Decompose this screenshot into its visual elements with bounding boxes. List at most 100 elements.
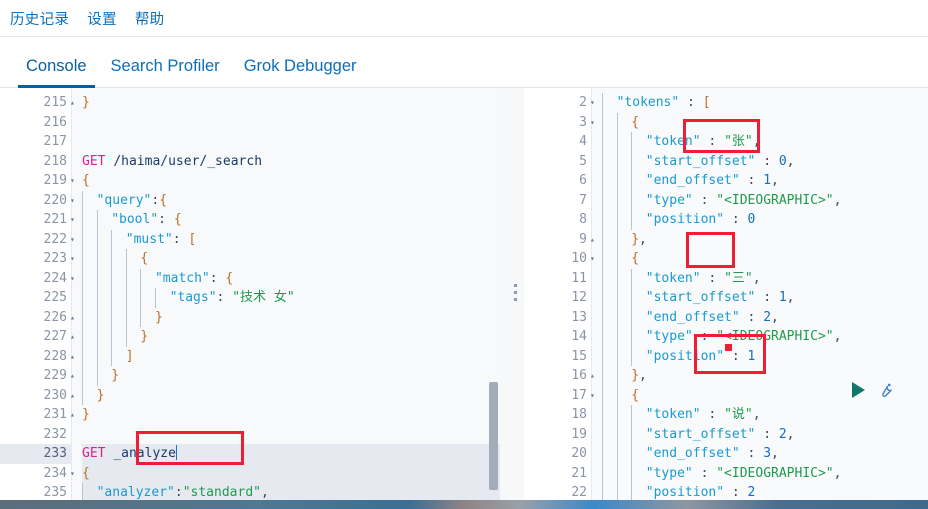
pane-drag-handle-icon[interactable]: [514, 284, 518, 305]
request-actions: [852, 380, 914, 400]
kibana-dev-tools-window: 历史记录 设置 帮助 Console Search Profiler Grok …: [0, 0, 928, 509]
code-line[interactable]: "token" : "三",: [602, 268, 928, 288]
code-line[interactable]: {: [82, 171, 500, 191]
code-line[interactable]: {: [82, 463, 500, 483]
top-menu-bar: 历史记录 设置 帮助: [0, 0, 928, 37]
code-line[interactable]: "bool": {: [82, 210, 500, 230]
line-number: 226 ▴: [0, 308, 75, 328]
line-number: 8: [524, 210, 591, 230]
code-line[interactable]: "analyzer":"standard",: [82, 483, 500, 500]
annotation-cursor-dot: [725, 344, 732, 351]
tab-bar: Console Search Profiler Grok Debugger: [0, 37, 928, 88]
code-line[interactable]: "start_offset" : 0,: [602, 151, 928, 171]
line-number: 227 ▴: [0, 327, 75, 347]
line-number: 233: [0, 444, 71, 464]
code-line[interactable]: "end_offset" : 2,: [602, 307, 928, 327]
line-number: 2 ▾: [524, 93, 595, 113]
code-line[interactable]: "position" : 2: [602, 483, 928, 500]
request-vertical-scrollbar[interactable]: [489, 382, 498, 490]
response-viewer-pane[interactable]: 2 ▾ 3 ▾ 4 5 6 7 8 9 ▴ 10 ▾ 11 12 13 14 15 16 ▴ 17 ▾ 18 19 20 21 22…: [524, 88, 928, 500]
code-line[interactable]: "token" : "张",: [602, 132, 928, 152]
line-number: 219 ▾: [0, 171, 75, 191]
code-line[interactable]: "position" : 0: [602, 210, 928, 230]
line-number: 235: [0, 483, 71, 500]
tab-grok-debugger[interactable]: Grok Debugger: [232, 57, 369, 87]
code-line[interactable]: "tags": "技术 女": [82, 288, 500, 308]
code-line[interactable]: "must": [: [82, 229, 500, 249]
request-code-area[interactable]: } GET /haima/user/_search{"query":{"bool"…: [72, 88, 500, 500]
code-line[interactable]: "start_offset" : 2,: [602, 424, 928, 444]
line-number: 220 ▾: [0, 191, 75, 211]
code-line[interactable]: "start_offset" : 1,: [602, 288, 928, 308]
line-number: 217: [0, 132, 71, 152]
code-line[interactable]: "match": {: [82, 268, 500, 288]
tab-search-profiler[interactable]: Search Profiler: [99, 57, 232, 87]
line-number: 10 ▾: [524, 249, 594, 269]
code-line[interactable]: GET /haima/user/_search: [82, 152, 500, 172]
pane-divider[interactable]: [508, 88, 524, 500]
line-number: 4: [524, 132, 591, 152]
code-line[interactable]: {: [602, 249, 928, 269]
tab-console[interactable]: Console: [14, 57, 99, 88]
request-editor-pane[interactable]: 215 ▴ 216 217 218 219 ▾ 220 ▾ 221 ▾ 222 ▾ 223 ▾ 224 ▾ 225…: [0, 88, 500, 500]
line-number: 218: [0, 152, 71, 172]
line-number: 5: [524, 152, 591, 172]
line-number: 22: [524, 483, 591, 500]
line-number: 19: [524, 425, 591, 445]
os-taskbar: [0, 500, 928, 509]
line-number: 3 ▾: [524, 113, 595, 133]
line-number: 221 ▾: [0, 210, 75, 230]
code-line[interactable]: GET _analyze: [82, 444, 500, 464]
code-line[interactable]: {: [82, 249, 500, 269]
response-gutter: 2 ▾ 3 ▾ 4 5 6 7 8 9 ▴ 10 ▾ 11 12 13 14 15 16 ▴ 17 ▾ 18 19 20 21 22…: [524, 88, 595, 500]
code-line[interactable]: [82, 425, 500, 445]
menu-settings[interactable]: 设置: [87, 8, 117, 29]
line-number: 16 ▴: [524, 366, 594, 386]
line-number: 222 ▾: [0, 230, 75, 250]
line-number: 18: [524, 405, 591, 425]
code-line[interactable]: "query":{: [82, 190, 500, 210]
code-line[interactable]: ]: [82, 346, 500, 366]
code-line[interactable]: }: [82, 327, 500, 347]
line-number: 17 ▾: [524, 386, 594, 406]
code-line[interactable]: "end_offset" : 1,: [602, 171, 928, 191]
menu-help[interactable]: 帮助: [135, 8, 165, 29]
line-number: 11: [524, 269, 591, 289]
line-number: 20: [524, 444, 591, 464]
code-line[interactable]: [82, 132, 500, 152]
line-number: 230 ▴: [0, 386, 75, 406]
line-number: 14: [524, 327, 591, 347]
line-number: 13: [524, 308, 591, 328]
line-number: 225: [0, 288, 71, 308]
line-number: 216: [0, 113, 71, 133]
code-line[interactable]: "position" : 1: [602, 346, 928, 366]
line-number: 229 ▴: [0, 366, 75, 386]
code-line[interactable]: },: [602, 229, 928, 249]
response-code-area: "tokens" : [{"token" : "张", "start_offset…: [592, 88, 928, 500]
line-number: 231 ▴: [0, 405, 75, 425]
line-number: 224 ▾: [0, 269, 75, 289]
line-number: 6: [524, 171, 591, 191]
menu-history[interactable]: 历史记录: [10, 8, 69, 29]
code-line[interactable]: }: [82, 385, 500, 405]
code-line[interactable]: {: [602, 112, 928, 132]
line-number: 9 ▴: [524, 230, 595, 250]
code-line[interactable]: "type" : "<IDEOGRAPHIC>",: [602, 190, 928, 210]
code-line[interactable]: }: [82, 307, 500, 327]
code-line[interactable]: }: [82, 93, 500, 113]
code-line[interactable]: "token" : "说",: [602, 405, 928, 425]
line-number: 12: [524, 288, 591, 308]
code-line[interactable]: "end_offset" : 3,: [602, 444, 928, 464]
code-line[interactable]: }: [82, 366, 500, 386]
line-number: 234 ▾: [0, 464, 75, 484]
line-number: 21: [524, 464, 591, 484]
play-icon[interactable]: [852, 382, 865, 398]
request-gutter[interactable]: 215 ▴ 216 217 218 219 ▾ 220 ▾ 221 ▾ 222 ▾ 223 ▾ 224 ▾ 225…: [0, 88, 75, 500]
line-number: 232: [0, 425, 71, 445]
code-line[interactable]: [82, 113, 500, 133]
wrench-icon[interactable]: [877, 382, 894, 399]
code-line[interactable]: "type" : "<IDEOGRAPHIC>",: [602, 463, 928, 483]
code-line[interactable]: "tokens" : [: [602, 93, 928, 113]
code-line[interactable]: "type" : "<IDEOGRAPHIC>",: [602, 327, 928, 347]
code-line[interactable]: }: [82, 405, 500, 425]
